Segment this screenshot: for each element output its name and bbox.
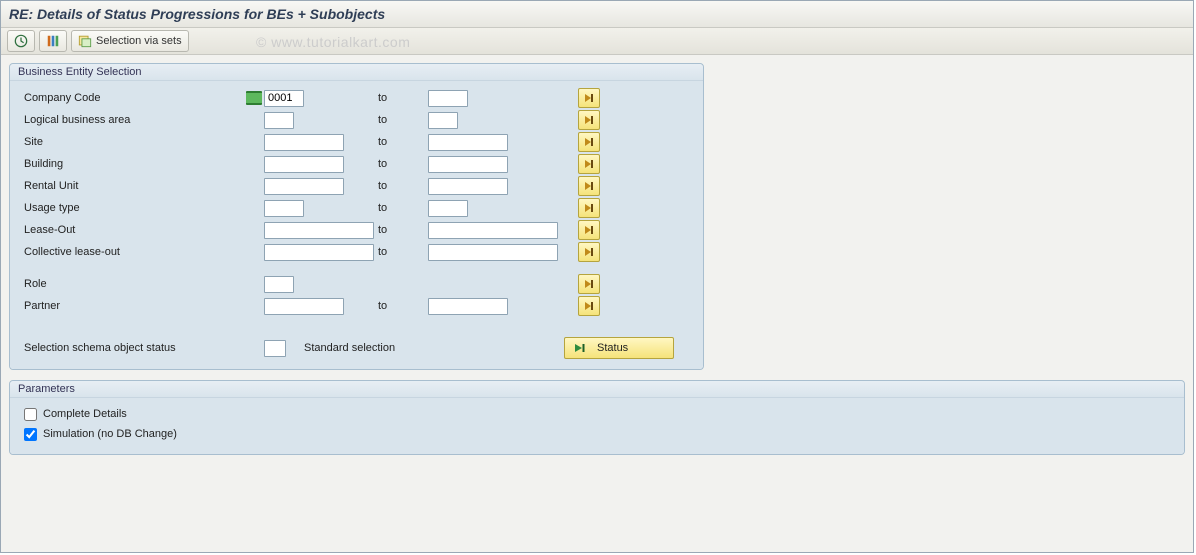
simulation-checkbox[interactable]: [24, 428, 37, 441]
row-company-code: Company Code to: [20, 87, 693, 109]
arrow-right-green-icon: [573, 341, 587, 355]
to-label: to: [374, 300, 428, 312]
company-code-multi-button[interactable]: [578, 88, 600, 108]
to-label: to: [374, 246, 428, 258]
logical-business-area-multi-button[interactable]: [578, 110, 600, 130]
row-logical-business-area: Logical business area to: [20, 109, 693, 131]
selection-via-sets-button[interactable]: Selection via sets: [71, 30, 189, 52]
rental-unit-to-input[interactable]: [428, 178, 508, 195]
rental-unit-multi-button[interactable]: [578, 176, 600, 196]
arrow-right-icon: [583, 136, 595, 148]
row-building: Building to: [20, 153, 693, 175]
row-site: Site to: [20, 131, 693, 153]
building-multi-button[interactable]: [578, 154, 600, 174]
row-lease-out: Lease-Out to: [20, 219, 693, 241]
site-multi-button[interactable]: [578, 132, 600, 152]
label-selection-schema: Selection schema object status: [20, 342, 264, 354]
selection-via-sets-label: Selection via sets: [96, 35, 182, 47]
arrow-right-icon: [583, 246, 595, 258]
variants-icon: [46, 34, 60, 48]
to-label: to: [374, 224, 428, 236]
row-complete-details: Complete Details: [20, 404, 1174, 424]
row-collective-lease-out: Collective lease-out to: [20, 241, 693, 263]
row-selection-schema: Selection schema object status Standard …: [20, 337, 693, 359]
site-to-input[interactable]: [428, 134, 508, 151]
rental-unit-from-input[interactable]: [264, 178, 344, 195]
app-toolbar: Selection via sets: [1, 28, 1193, 55]
arrow-right-icon: [583, 158, 595, 170]
to-label: to: [374, 136, 428, 148]
complete-details-checkbox[interactable]: [24, 408, 37, 421]
to-label: to: [374, 202, 428, 214]
group-title-parameters: Parameters: [10, 381, 1184, 398]
lease-out-multi-button[interactable]: [578, 220, 600, 240]
page-title: RE: Details of Status Progressions for B…: [1, 1, 1193, 28]
range-indicator-icon[interactable]: [246, 91, 262, 105]
to-label: to: [374, 180, 428, 192]
arrow-right-icon: [583, 224, 595, 236]
label-company-code: Company Code: [20, 92, 244, 104]
arrow-right-icon: [583, 202, 595, 214]
company-code-from-input[interactable]: [264, 90, 304, 107]
usage-type-multi-button[interactable]: [578, 198, 600, 218]
to-label: to: [374, 114, 428, 126]
collective-lease-out-to-input[interactable]: [428, 244, 558, 261]
complete-details-label[interactable]: Complete Details: [43, 408, 127, 420]
building-from-input[interactable]: [264, 156, 344, 173]
label-lease-out: Lease-Out: [20, 224, 244, 236]
simulation-label[interactable]: Simulation (no DB Change): [43, 428, 177, 440]
partner-to-input[interactable]: [428, 298, 508, 315]
to-label: to: [374, 158, 428, 170]
row-usage-type: Usage type to: [20, 197, 693, 219]
label-usage-type: Usage type: [20, 202, 244, 214]
arrow-right-icon: [583, 180, 595, 192]
status-button-label: Status: [597, 342, 628, 354]
row-role: Role: [20, 273, 693, 295]
role-multi-button[interactable]: [578, 274, 600, 294]
lease-out-to-input[interactable]: [428, 222, 558, 239]
building-to-input[interactable]: [428, 156, 508, 173]
status-button[interactable]: Status: [564, 337, 674, 359]
partner-from-input[interactable]: [264, 298, 344, 315]
group-business-entity-selection: Business Entity Selection Company Code t…: [9, 63, 704, 370]
standard-selection-text: Standard selection: [294, 342, 524, 354]
collective-lease-out-multi-button[interactable]: [578, 242, 600, 262]
selection-schema-input[interactable]: [264, 340, 286, 357]
label-building: Building: [20, 158, 244, 170]
label-collective-lease-out: Collective lease-out: [20, 246, 244, 258]
clock-execute-icon: [14, 34, 28, 48]
company-code-to-input[interactable]: [428, 90, 468, 107]
to-label: to: [374, 92, 428, 104]
arrow-right-icon: [583, 114, 595, 126]
arrow-right-icon: [583, 92, 595, 104]
variants-button[interactable]: [39, 30, 67, 52]
logical-business-area-from-input[interactable]: [264, 112, 294, 129]
site-from-input[interactable]: [264, 134, 344, 151]
group-parameters: Parameters Complete Details Simulation (…: [9, 380, 1185, 455]
label-site: Site: [20, 136, 244, 148]
usage-type-to-input[interactable]: [428, 200, 468, 217]
label-logical-business-area: Logical business area: [20, 114, 244, 126]
execute-button[interactable]: [7, 30, 35, 52]
row-simulation: Simulation (no DB Change): [20, 424, 1174, 444]
sets-icon: [78, 34, 92, 48]
label-role: Role: [20, 278, 244, 290]
partner-multi-button[interactable]: [578, 296, 600, 316]
arrow-right-icon: [583, 300, 595, 312]
group-title-bes: Business Entity Selection: [10, 64, 703, 81]
collective-lease-out-from-input[interactable]: [264, 244, 374, 261]
label-partner: Partner: [20, 300, 244, 312]
label-rental-unit: Rental Unit: [20, 180, 244, 192]
row-rental-unit: Rental Unit to: [20, 175, 693, 197]
role-from-input[interactable]: [264, 276, 294, 293]
logical-business-area-to-input[interactable]: [428, 112, 458, 129]
usage-type-from-input[interactable]: [264, 200, 304, 217]
arrow-right-icon: [583, 278, 595, 290]
content-area: Business Entity Selection Company Code t…: [1, 55, 1193, 554]
row-partner: Partner to: [20, 295, 693, 317]
lease-out-from-input[interactable]: [264, 222, 374, 239]
